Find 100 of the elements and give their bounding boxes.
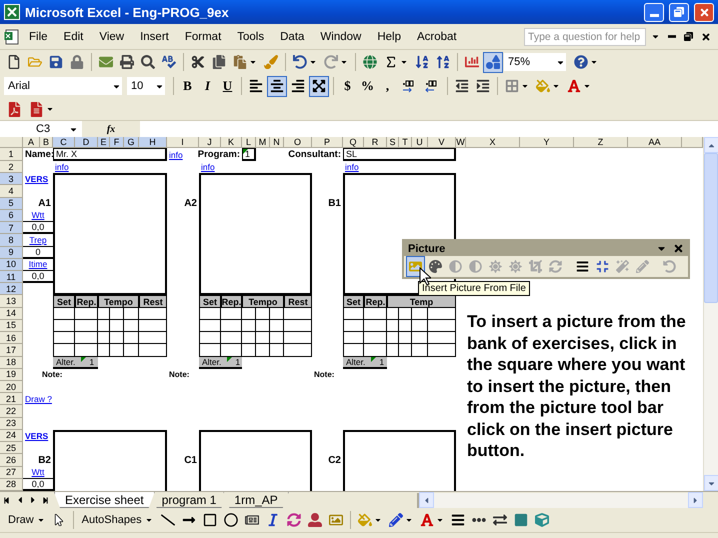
row-header[interactable]: 4 <box>0 185 23 198</box>
version-link[interactable]: VERS <box>23 430 53 442</box>
column-header[interactable]: Y <box>520 137 574 148</box>
table-header-cell: Set <box>53 295 75 308</box>
row-header[interactable]: 17 <box>0 344 23 357</box>
percent-button[interactable]: % <box>358 76 377 96</box>
row-header[interactable]: 14 <box>0 308 23 320</box>
menu-item[interactable]: Edit <box>56 28 90 44</box>
alternative-label: Alter. <box>346 356 366 367</box>
row-header[interactable]: 18 <box>0 356 23 369</box>
row-header[interactable]: 5 <box>0 198 23 210</box>
info-link[interactable]: info <box>53 161 98 174</box>
column-header[interactable]: R <box>364 137 387 148</box>
column-header[interactable]: D <box>75 137 98 148</box>
menu-item[interactable]: Format <box>178 28 228 44</box>
row-header[interactable]: 24 <box>0 430 23 442</box>
comma-button[interactable]: , <box>378 76 397 96</box>
table-header-cell: Set <box>343 295 364 308</box>
column-header[interactable]: Z <box>574 137 628 148</box>
font-size-field[interactable]: 10 <box>127 77 165 95</box>
menu-item[interactable]: Tools <box>230 28 272 44</box>
column-header[interactable]: S <box>387 137 399 148</box>
alternative-value: 1 <box>89 356 94 367</box>
row-header[interactable]: 11 <box>0 271 23 284</box>
row-header[interactable]: 16 <box>0 332 23 344</box>
row-header[interactable]: 22 <box>0 405 23 418</box>
row-header[interactable]: 9 <box>0 246 23 259</box>
column-header[interactable]: V <box>428 137 456 148</box>
sheet-tab[interactable]: 1rm_AP <box>223 492 289 508</box>
autoshapes-button[interactable]: AutoShapes <box>78 510 157 530</box>
column-header[interactable]: M <box>256 137 270 148</box>
exercise-code: C1 <box>183 454 198 467</box>
bold-button[interactable]: B <box>178 76 197 96</box>
column-header[interactable]: AA <box>628 137 682 148</box>
column-header[interactable]: L <box>242 137 256 148</box>
column-header[interactable]: X <box>466 137 520 148</box>
menu-item[interactable]: File <box>22 28 55 44</box>
function-label[interactable]: fx <box>82 120 140 138</box>
row-header[interactable]: 19 <box>0 368 23 381</box>
draw-link[interactable]: Draw ? <box>23 393 75 406</box>
row-header[interactable]: 21 <box>0 393 23 406</box>
row-header[interactable]: 13 <box>0 295 23 308</box>
table-header-cell: Tempo <box>98 295 139 308</box>
exercise-code: A2 <box>183 198 198 210</box>
italic-button[interactable]: I <box>198 76 217 96</box>
version-link[interactable]: VERS <box>23 173 53 186</box>
row-header[interactable]: 26 <box>0 454 23 467</box>
row-header[interactable]: 25 <box>0 442 23 454</box>
column-header[interactable]: Q <box>343 137 364 148</box>
font-field[interactable]: Arial <box>4 77 122 95</box>
exercise-code: B1 <box>327 198 342 210</box>
underline-button[interactable]: U <box>218 76 237 96</box>
menu-item[interactable]: Insert <box>133 28 176 44</box>
currency-button[interactable]: $ <box>338 76 357 96</box>
row-header[interactable]: 20 <box>0 381 23 394</box>
menu-item[interactable]: Help <box>370 28 408 44</box>
exercise-code: B2 <box>37 454 52 467</box>
info-link[interactable]: info <box>199 161 242 174</box>
row-header[interactable]: 10 <box>0 258 23 271</box>
row-header[interactable]: 2 <box>0 161 23 174</box>
column-header[interactable]: I <box>167 137 199 148</box>
menu-item[interactable]: Window <box>313 28 368 44</box>
info-link[interactable]: info <box>343 161 387 174</box>
sheet-tab[interactable]: Exercise sheet <box>54 492 155 508</box>
column-header[interactable]: K <box>221 137 242 148</box>
info-link[interactable]: info <box>167 148 199 161</box>
row-header[interactable]: 6 <box>0 210 23 222</box>
column-header[interactable]: N <box>270 137 284 148</box>
zoom-field[interactable]: 75% <box>504 53 566 71</box>
menu-item[interactable]: Acrobat <box>410 28 464 44</box>
draw-menu-button[interactable]: Draw <box>4 510 49 530</box>
table-header-cell: Rep. <box>364 295 387 308</box>
column-header[interactable]: J <box>199 137 221 148</box>
column-header[interactable]: E <box>98 137 110 148</box>
column-header[interactable]: O <box>284 137 312 148</box>
consultant-value: SL <box>343 148 456 161</box>
column-header[interactable]: T <box>399 137 412 148</box>
column-header[interactable]: B <box>40 137 53 148</box>
row-header[interactable]: 12 <box>0 283 23 296</box>
row-header[interactable]: 27 <box>0 466 23 479</box>
column-header[interactable]: U <box>412 137 428 148</box>
alternative-label: Alter. <box>56 356 76 367</box>
column-header[interactable]: G <box>124 137 139 148</box>
row-header[interactable]: 15 <box>0 320 23 332</box>
row-header[interactable]: 28 <box>0 478 23 491</box>
menu-item[interactable]: View <box>92 28 132 44</box>
column-header[interactable]: A <box>23 137 40 148</box>
column-header[interactable]: F <box>110 137 124 148</box>
column-header[interactable]: C <box>53 137 75 148</box>
column-header[interactable]: H <box>139 137 167 148</box>
column-header[interactable]: W <box>456 137 466 148</box>
row-header[interactable]: 7 <box>0 222 23 234</box>
field-label: Program: <box>199 148 241 161</box>
help-search-field[interactable]: Type a question for help <box>524 28 646 46</box>
row-header[interactable]: 1 <box>0 148 23 161</box>
column-header[interactable]: P <box>312 137 343 148</box>
row-header[interactable]: 8 <box>0 234 23 247</box>
row-header[interactable]: 23 <box>0 418 23 430</box>
menu-item[interactable]: Data <box>273 28 312 44</box>
row-header[interactable]: 3 <box>0 173 23 186</box>
